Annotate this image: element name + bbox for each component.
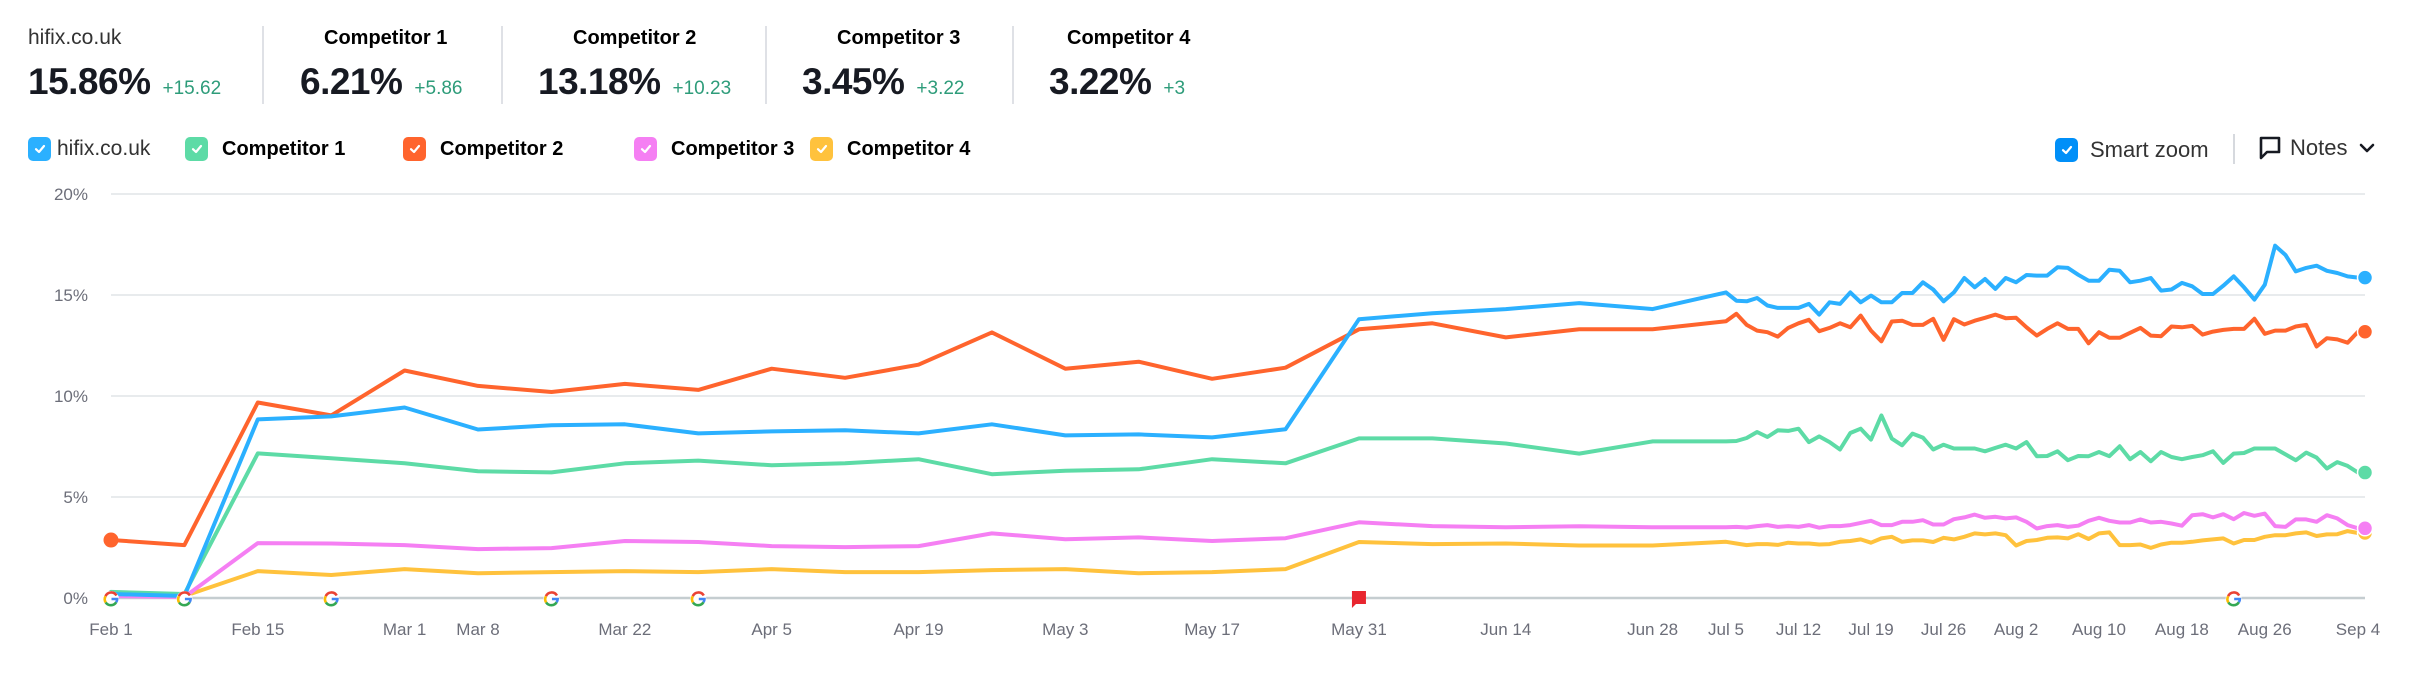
chevron-down-icon [2360,143,2375,153]
stat-domain-name: Competitor 3 [837,27,961,49]
stat-delta: +10.23 [672,78,732,99]
x-tick-label: Mar 8 [456,620,499,639]
x-tick-label: Feb 1 [89,620,132,639]
y-tick-label: 20% [54,185,88,204]
legend-item-competitor-4[interactable]: Competitor 4 [810,137,970,161]
stat-delta: +3 [1163,78,1186,99]
legend-item-competitor-1[interactable]: Competitor 1 [185,137,345,161]
stat-value: 13.18% [538,61,661,102]
y-tick-label: 10% [54,387,88,406]
x-tick-label: Jun 28 [1627,620,1678,639]
stat-card-competitor-3: Competitor 3 3.45% +3.22 [802,26,1002,106]
series-end-dot [2356,520,2374,537]
checkbox-checked-icon[interactable] [810,137,833,161]
x-tick-label: Jul 12 [1776,620,1821,639]
x-tick-label: Aug 18 [2155,620,2209,639]
divider [262,26,264,104]
y-tick-label: 5% [63,488,88,507]
series-line [109,511,2360,599]
divider [501,26,503,104]
stat-domain-name: Competitor 1 [324,27,448,49]
stat-delta: +5.86 [414,78,463,99]
y-tick-label: 0% [63,589,88,608]
notes-label: Notes [2290,135,2348,160]
stat-value: 3.22% [1049,61,1152,102]
x-tick-label: Aug 10 [2072,620,2126,639]
divider [1012,26,1014,104]
smart-zoom-toggle[interactable]: Smart zoom [2055,137,2209,163]
legend-label: Competitor 4 [847,137,971,160]
x-tick-label: Mar 22 [598,620,651,639]
stat-delta: +3.22 [916,78,965,99]
stat-card-hifix: hifix.co.uk 15.86% +15.62 [28,26,248,106]
x-tick-label: Mar 1 [383,620,426,639]
checkbox-checked-icon[interactable] [634,137,657,161]
x-tick-label: Apr 19 [893,620,943,639]
legend-label: Competitor 2 [440,137,564,160]
legend-item-competitor-3[interactable]: Competitor 3 [634,137,794,161]
legend-item-hifix[interactable]: hifix.co.uk [28,137,150,161]
x-tick-label: May 31 [1331,620,1387,639]
stat-delta: +15.62 [162,78,222,99]
series-start-dot [103,532,119,548]
x-tick-label: Jul 19 [1848,620,1893,639]
google-update-icon [543,591,560,607]
series-line [109,413,2360,596]
google-update-icon [690,591,707,607]
stat-domain-name: Competitor 2 [573,27,697,49]
stat-card-competitor-1: Competitor 1 6.21% +5.86 [300,26,490,106]
x-tick-label: Apr 5 [751,620,792,639]
series-end-dot [2356,323,2374,341]
x-tick-label: Jul 5 [1708,620,1744,639]
note-flag-icon [1351,591,1366,608]
x-tick-label: Jul 26 [1921,620,1966,639]
legend-label: Competitor 3 [671,137,795,160]
series-line [109,311,2360,548]
series-end-dot [2356,464,2374,481]
stat-value: 6.21% [300,61,403,102]
x-tick-label: Aug 26 [2238,620,2292,639]
checkbox-checked-icon[interactable] [2055,138,2078,162]
x-tick-label: Jun 14 [1480,620,1531,639]
stat-card-competitor-2: Competitor 2 13.18% +10.23 [538,26,758,106]
legend-item-competitor-2[interactable]: Competitor 2 [403,137,563,161]
checkbox-checked-icon[interactable] [185,137,208,161]
legend-label: Competitor 1 [222,137,346,160]
stat-domain-name: hifix.co.uk [28,26,122,49]
x-tick-label: Sep 4 [2336,620,2380,639]
series-end-dot [2356,269,2374,286]
google-update-icon [323,591,340,607]
legend-label: hifix.co.uk [57,137,151,160]
checkbox-checked-icon[interactable] [403,137,426,161]
stat-value: 3.45% [802,61,905,102]
checkbox-checked-icon[interactable] [28,137,51,161]
stat-value: 15.86% [28,61,151,102]
y-tick-label: 15% [54,286,88,305]
smart-zoom-label: Smart zoom [2090,137,2209,162]
google-update-icon [103,591,119,607]
visibility-line-chart[interactable]: 0% 5% 10% 15% 20% Feb 1 Feb 15 Mar 1 Mar 8 Mar 2… [0,180,2410,673]
stat-card-competitor-4: Competitor 4 3.22% +3 [1049,26,1249,106]
x-tick-label: May 17 [1184,620,1240,639]
x-tick-label: Aug 2 [1994,620,2038,639]
notes-dropdown-button[interactable]: Notes [2258,135,2377,161]
x-tick-label: May 3 [1042,620,1088,639]
stat-domain-name: Competitor 4 [1067,27,1191,49]
divider [765,26,767,104]
toolbar-divider [2233,134,2235,164]
comment-icon [2259,136,2281,160]
google-update-icon [2225,591,2242,607]
x-tick-label: Feb 15 [231,620,284,639]
google-update-icon [176,591,193,607]
